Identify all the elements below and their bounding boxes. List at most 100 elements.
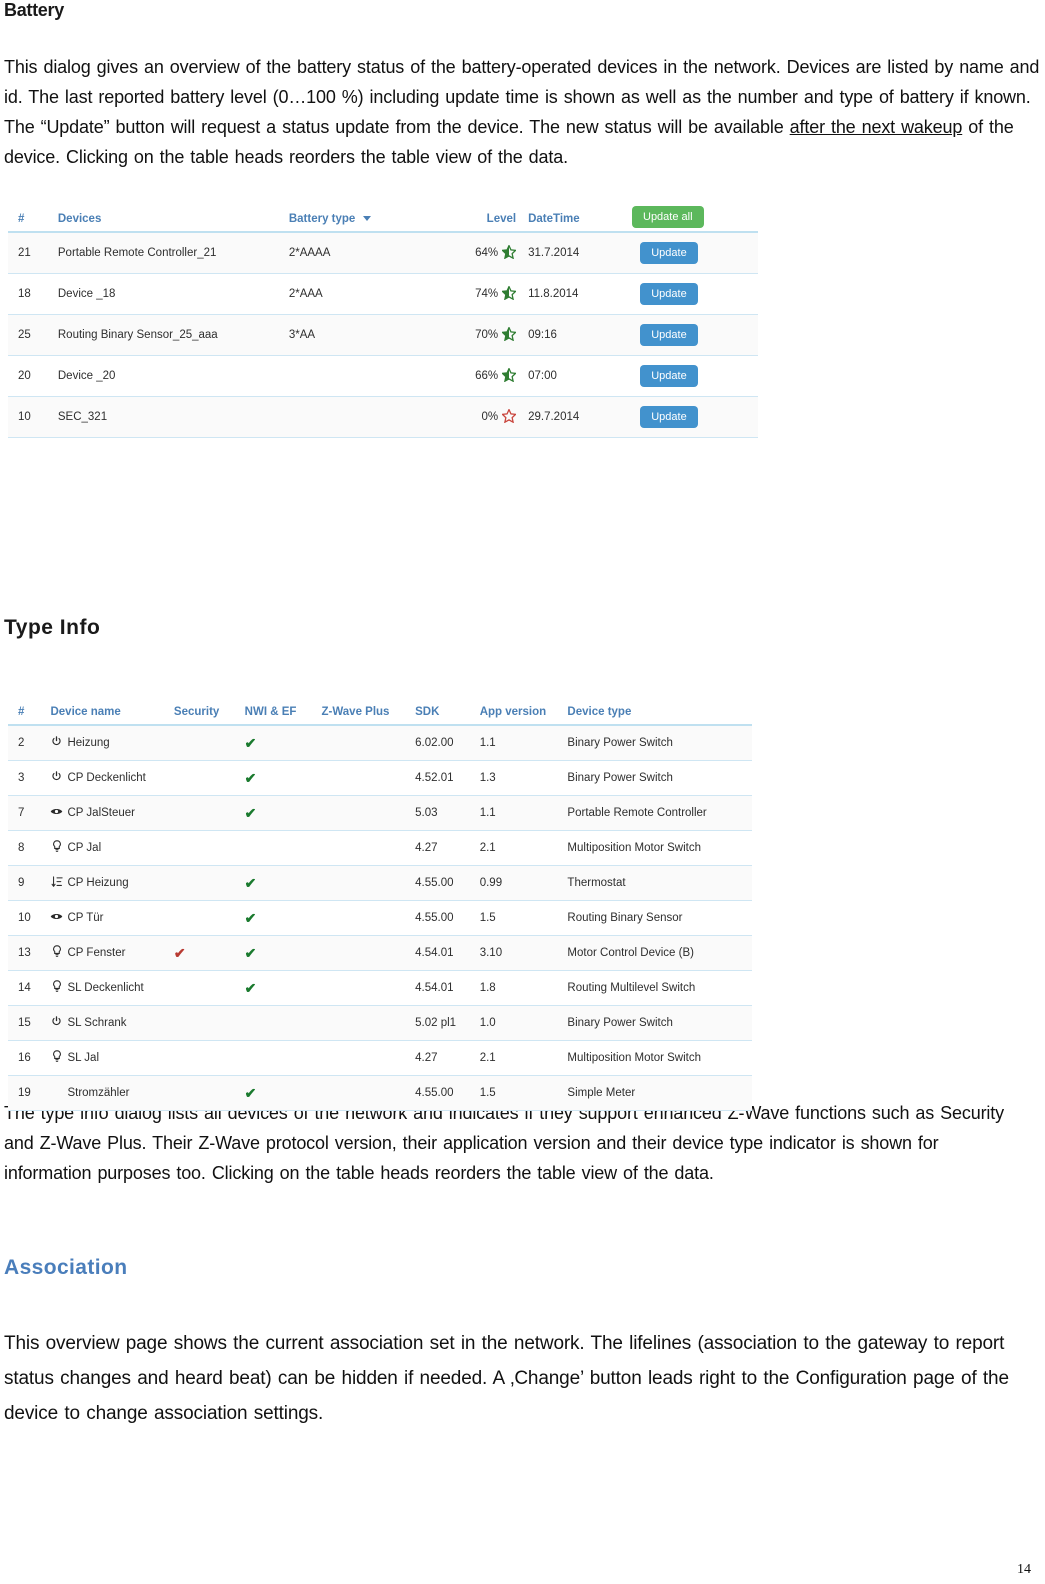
typeinfo-cell-zwave-plus — [315, 830, 412, 866]
type-info-table-row: 3 CP Deckenlicht ✔ 4.52.01 1.3 Binary Power S… — [8, 760, 752, 796]
battery-col-devices[interactable]: Devices — [53, 211, 285, 233]
check-icon: ✔ — [244, 874, 257, 891]
battery-col-datetime[interactable]: DateTime — [520, 211, 637, 233]
typeinfo-cell-zwave-plus — [315, 1075, 412, 1111]
battery-cell-battery-type: 3*AA — [284, 314, 436, 356]
typeinfo-device-name-label: Stromzähler — [67, 1087, 130, 1099]
check-icon: ✔ — [244, 769, 257, 786]
typeinfo-cell-nwi-ef: ✔ — [238, 760, 316, 796]
type-info-table-header: # Device name Security NWI & EF Z-Wave P… — [8, 704, 752, 726]
typeinfo-cell-app-version: 1.5 — [475, 900, 564, 936]
typeinfo-cell-device-type: Multiposition Motor Switch — [563, 830, 752, 866]
typeinfo-cell-device-name: CP JalSteuer — [46, 795, 168, 831]
battery-cell-datetime: 09:16 — [520, 314, 637, 356]
typeinfo-device-name-label: SL Schrank — [67, 1017, 127, 1029]
typeinfo-cell-id: 7 — [8, 795, 47, 831]
typeinfo-device-name-label: CP Tür — [67, 912, 104, 924]
typeinfo-cell-nwi-ef: ✔ — [238, 865, 316, 901]
battery-table-row: 21 Portable Remote Controller_21 2*AAAA 64%… — [8, 232, 758, 274]
typeinfo-cell-sdk: 5.03 — [411, 795, 476, 831]
battery-level-value: 66% — [475, 370, 499, 382]
update-button[interactable]: Update — [640, 241, 698, 265]
typeinfo-cell-zwave-plus — [315, 935, 412, 971]
type-info-table-header-row: # Device name Security NWI & EF Z-Wave P… — [8, 704, 752, 726]
eye-icon — [50, 806, 63, 820]
battery-level-value: 74% — [475, 288, 499, 300]
typeinfo-cell-nwi-ef: ✔ — [238, 1075, 316, 1111]
association-description-paragraph: This overview page shows the current ass… — [4, 1333, 1009, 1424]
typeinfo-cell-id: 13 — [8, 935, 47, 971]
battery-table-body: 21 Portable Remote Controller_21 2*AAAA 64%… — [8, 232, 758, 438]
typeinfo-cell-id: 16 — [8, 1040, 47, 1076]
update-button[interactable]: Update — [640, 364, 698, 388]
typeinfo-cell-nwi-ef — [238, 1005, 316, 1041]
type-info-table: # Device name Security NWI & EF Z-Wave P… — [8, 704, 752, 1111]
typeinfo-cell-device-type: Portable Remote Controller — [563, 795, 752, 831]
typeinfo-cell-sdk: 4.55.00 — [411, 900, 476, 936]
typeinfo-col-security[interactable]: Security — [167, 704, 239, 726]
battery-cell-device: Routing Binary Sensor_25_aaa — [53, 314, 285, 356]
battery-col-battery-type[interactable]: Battery type — [284, 211, 436, 233]
typeinfo-device-name-label: CP Fenster — [67, 947, 126, 959]
update-all-button[interactable]: Update all — [632, 206, 704, 229]
typeinfo-cell-id: 2 — [8, 725, 47, 761]
typeinfo-cell-device-type: Binary Power Switch — [563, 1005, 752, 1041]
typeinfo-col-app-version[interactable]: App version — [475, 704, 564, 726]
typeinfo-cell-id: 14 — [8, 970, 47, 1006]
typeinfo-cell-sdk: 4.55.00 — [411, 1075, 476, 1111]
typeinfo-device-name-label: CP JalSteuer — [67, 807, 136, 819]
typeinfo-cell-zwave-plus — [315, 1040, 412, 1076]
battery-cell-id: 10 — [8, 396, 54, 438]
typeinfo-col-zwave-plus[interactable]: Z-Wave Plus — [315, 704, 412, 726]
battery-col-id[interactable]: # — [8, 211, 54, 233]
battery-cell-device: SEC_321 — [53, 396, 285, 438]
typeinfo-cell-id: 15 — [8, 1005, 47, 1041]
battery-cell-action: Update — [636, 355, 758, 397]
typeinfo-col-sdk[interactable]: SDK — [411, 704, 476, 726]
battery-cell-level: 64% — [436, 232, 521, 274]
update-button[interactable]: Update — [640, 405, 698, 429]
battery-level-value: 64% — [475, 247, 499, 259]
typeinfo-cell-id: 19 — [8, 1075, 47, 1111]
battery-star-icon — [502, 367, 517, 385]
bulb-icon — [50, 840, 63, 856]
battery-col-level[interactable]: Level — [436, 211, 521, 233]
battery-table: # Devices Battery type Level DateTime 21… — [8, 211, 758, 438]
level-icon — [50, 875, 63, 891]
typeinfo-cell-app-version: 3.10 — [475, 935, 564, 971]
battery-table-row: 18 Device _18 2*AAA 74% 11.8.2014 Update — [8, 273, 758, 315]
typeinfo-col-id[interactable]: # — [8, 704, 47, 726]
typeinfo-cell-nwi-ef: ✔ — [238, 970, 316, 1006]
typeinfo-cell-sdk: 4.27 — [411, 830, 476, 866]
typeinfo-cell-device-name: SL Schrank — [46, 1005, 168, 1041]
typeinfo-cell-app-version: 1.5 — [475, 1075, 564, 1111]
typeinfo-col-device-name[interactable]: Device name — [46, 704, 168, 726]
typeinfo-cell-id: 10 — [8, 900, 47, 936]
typeinfo-col-device-type[interactable]: Device type — [563, 704, 752, 726]
battery-table-row: 20 Device _20 66% 07:00 Update — [8, 355, 758, 397]
battery-table-row: 10 SEC_321 0% 29.7.2014 Update — [8, 396, 758, 438]
typeinfo-cell-device-name: CP Tür — [46, 900, 168, 936]
typeinfo-col-nwi-ef[interactable]: NWI & EF — [238, 704, 316, 726]
typeinfo-cell-sdk: 4.54.01 — [411, 935, 476, 971]
typeinfo-cell-device-name: CP Heizung — [46, 865, 168, 901]
typeinfo-cell-nwi-ef: ✔ — [238, 900, 316, 936]
battery-cell-id: 18 — [8, 273, 54, 315]
battery-level-value: 70% — [475, 329, 499, 341]
typeinfo-device-name-label: Heizung — [67, 737, 110, 749]
typeinfo-cell-device-name: SL Jal — [46, 1040, 168, 1076]
section-heading-association: Association — [4, 1256, 128, 1279]
type-info-table-row: 8 CP Jal 4.27 2.1 Multiposition Motor Switch — [8, 830, 752, 866]
battery-cell-datetime: 29.7.2014 — [520, 396, 637, 438]
update-all-button-container: Update all — [632, 206, 704, 229]
typeinfo-cell-nwi-ef — [238, 830, 316, 866]
power-icon — [50, 736, 63, 750]
battery-cell-battery-type: 2*AAA — [284, 273, 436, 315]
update-button[interactable]: Update — [640, 282, 698, 306]
type-info-table-body: 2 Heizung ✔ 6.02.00 1.1 Binary Power Switch 3 C… — [8, 725, 752, 1111]
typeinfo-cell-app-version: 1.8 — [475, 970, 564, 1006]
typeinfo-device-name-label: CP Jal — [67, 842, 102, 854]
update-button[interactable]: Update — [640, 323, 698, 347]
typeinfo-cell-security — [167, 1040, 239, 1076]
typeinfo-cell-app-version: 2.1 — [475, 830, 564, 866]
